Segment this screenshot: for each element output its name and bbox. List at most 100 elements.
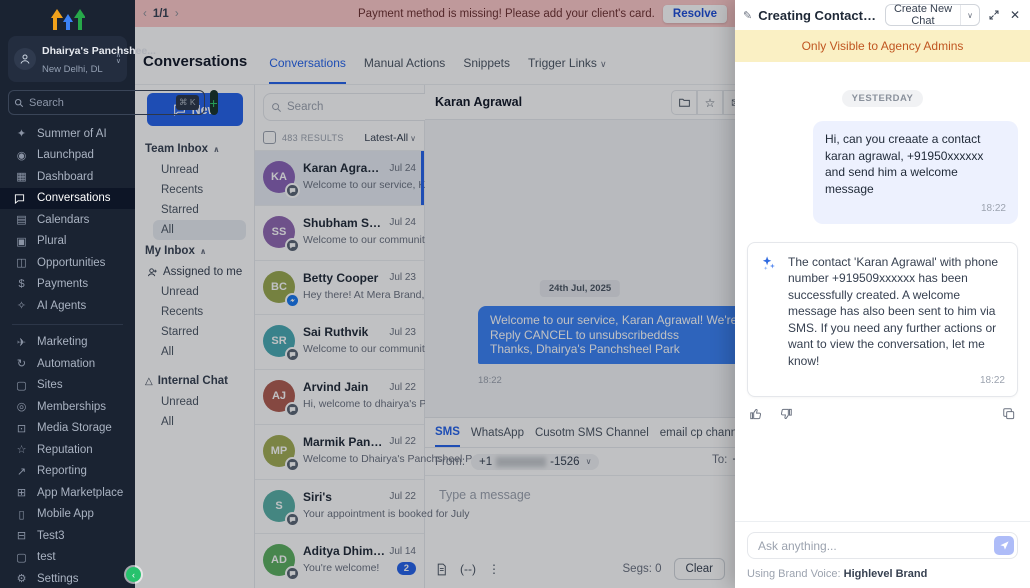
thumbs-up-icon[interactable] <box>749 407 763 421</box>
team-inbox-starred[interactable]: Starred <box>135 200 254 220</box>
ai-chat-title: Creating Contact and S... <box>758 8 879 23</box>
sidebar-item-mobile-app[interactable]: ▯Mobile App <box>0 504 135 526</box>
thumbs-down-icon[interactable] <box>779 407 793 421</box>
conversation-item[interactable]: BC Betty CooperJul 23 Hey there! At Mera… <box>255 260 424 315</box>
sidebar-item-memberships[interactable]: ◎Memberships <box>0 396 135 418</box>
archive-folder-icon[interactable] <box>671 90 697 115</box>
conversation-item[interactable]: S Siri'sJul 22 Your appointment is booke… <box>255 479 424 534</box>
team-inbox-header[interactable]: Team Inbox∧ <box>135 138 254 160</box>
message-timestamp: 18:22 <box>478 375 502 386</box>
select-all-checkbox[interactable] <box>263 131 276 144</box>
sms-channel-icon <box>287 404 298 415</box>
sidebar-item-app-marketplace[interactable]: ⊞App Marketplace <box>0 482 135 504</box>
sidebar-item-conversations[interactable]: Conversations <box>0 188 135 210</box>
from-number-dropdown[interactable]: +1 -1526 ∨ <box>471 454 599 470</box>
chevron-down-icon[interactable]: ∨ <box>960 5 979 25</box>
pager-prev-icon[interactable]: ‹ <box>143 8 147 20</box>
team-inbox-recents[interactable]: Recents <box>135 180 254 200</box>
channel-tab-whatsapp[interactable]: WhatsApp <box>471 427 524 446</box>
sort-dropdown[interactable]: Latest-All∨ <box>364 132 416 144</box>
payment-warning-banner: ‹ 1/1 › Payment method is missing! Pleas… <box>135 0 735 27</box>
sidebar-item-summer-of-ai[interactable]: ✦Summer of AI <box>0 123 135 145</box>
sidebar-item-test3[interactable]: ⊟Test3 <box>0 525 135 547</box>
sidebar-item-settings[interactable]: ⚙Settings <box>0 568 135 588</box>
tab-trigger-links[interactable]: Trigger Links∨ <box>528 56 607 84</box>
sidebar-item-launchpad[interactable]: ◉Launchpad <box>0 145 135 167</box>
conversation-item[interactable]: AD Aditya DhimanJul 14 You're welcome! 2 <box>255 533 424 588</box>
sidebar-item-calendars[interactable]: ▤Calendars <box>0 209 135 231</box>
my-inbox-unread[interactable]: Unread <box>135 282 254 302</box>
team-inbox-unread[interactable]: Unread <box>135 160 254 180</box>
envelope-icon[interactable]: ✉ <box>723 90 735 115</box>
sidebar-item-sites[interactable]: ▢Sites <box>0 375 135 397</box>
message-thread: 24th Jul, 2025 Welcome to our service, K… <box>425 120 735 417</box>
results-count: 483 RESULTS <box>282 133 344 143</box>
clear-button[interactable]: Clear <box>674 558 725 580</box>
outgoing-sms-bubble: Welcome to our service, Karan Agrawal! W… <box>478 306 735 364</box>
avatar: S <box>263 490 295 522</box>
ai-input-area: Using Brand Voice: Highlevel Brand <box>735 521 1030 588</box>
tab-manual-actions[interactable]: Manual Actions <box>364 56 445 84</box>
expand-icon[interactable] <box>986 9 1002 21</box>
close-icon[interactable]: ✕ <box>1008 8 1022 22</box>
pager-next-icon[interactable]: › <box>175 8 179 20</box>
sidebar-item-reputation[interactable]: ☆Reputation <box>0 439 135 461</box>
my-inbox-recents[interactable]: Recents <box>135 302 254 322</box>
assigned-to-me[interactable]: Assigned to me <box>135 262 254 282</box>
sidebar-item-dashboard[interactable]: ▦Dashboard <box>0 166 135 188</box>
ask-anything-input[interactable] <box>747 532 1018 559</box>
sidebar-search-input[interactable]: ⌘ K <box>8 90 205 115</box>
my-inbox-starred[interactable]: Starred <box>135 322 254 342</box>
conversation-item[interactable]: KA Karan AgrawalJul 24 Welcome to our se… <box>255 150 424 205</box>
internal-chat-all[interactable]: All <box>135 412 254 432</box>
sidebar-item-payments[interactable]: $Payments <box>0 274 135 296</box>
conversation-search[interactable] <box>263 93 449 121</box>
my-inbox-all[interactable]: All <box>135 342 254 362</box>
internal-chat-unread[interactable]: Unread <box>135 392 254 412</box>
tab-snippets[interactable]: Snippets <box>463 56 510 84</box>
star-icon[interactable]: ☆ <box>697 90 723 115</box>
my-inbox-header[interactable]: My Inbox∧ <box>135 240 254 262</box>
conversation-item[interactable]: AJ Arvind JainJul 22 Hi, welcome to dhai… <box>255 369 424 424</box>
channel-tab-sms[interactable]: SMS <box>435 426 460 447</box>
sidebar-item-media-storage[interactable]: ⊡Media Storage <box>0 418 135 440</box>
sidebar-item-automation[interactable]: ↻Automation <box>0 353 135 375</box>
sidebar-item-plural[interactable]: ▣Plural <box>0 231 135 253</box>
marketplace-grid-icon: ⊞ <box>14 486 29 499</box>
tab-conversations[interactable]: Conversations <box>269 56 346 84</box>
sidebar-collapse-button[interactable]: ‹ <box>126 567 141 582</box>
message-input[interactable] <box>425 476 735 552</box>
sidebar-search-field[interactable] <box>29 97 171 109</box>
banner-message: Payment method is missing! Please add yo… <box>358 8 655 20</box>
conversation-item[interactable]: SS Shubham SoniJul 24 Welcome to our com… <box>255 205 424 260</box>
avatar: BC <box>263 271 295 303</box>
channel-tab-custom-sms[interactable]: Cusotm SMS Channel <box>535 427 649 446</box>
more-options-icon[interactable]: ⋮ <box>488 562 500 576</box>
channel-tab-email-cp[interactable]: email cp channel <box>660 427 735 446</box>
sidebar-item-test[interactable]: ▢test <box>0 547 135 569</box>
conversation-search-field[interactable] <box>287 101 441 113</box>
copy-icon[interactable] <box>1002 407 1016 421</box>
resolve-button[interactable]: Resolve <box>663 5 727 23</box>
account-avatar <box>14 48 36 70</box>
sidebar-item-ai-agents[interactable]: ✧AI Agents <box>0 295 135 317</box>
conversation-item[interactable]: MP Marmik PandyaJul 22 Welcome to Dhairy… <box>255 424 424 479</box>
dashboard-icon: ▦ <box>14 170 29 183</box>
chat-bubble-icon <box>14 193 29 204</box>
create-new-chat-button[interactable]: Create New Chat ∨ <box>885 4 980 26</box>
sidebar-add-button[interactable]: + <box>210 90 218 115</box>
chevron-up-icon: ∧ <box>213 145 220 154</box>
pager-count: 1/1 <box>153 8 169 20</box>
send-icon[interactable] <box>994 536 1014 555</box>
sms-channel-icon <box>287 185 298 196</box>
internal-chat-header[interactable]: △Internal Chat <box>135 370 254 392</box>
sidebar-item-reporting[interactable]: ↗Reporting <box>0 461 135 483</box>
team-inbox-all[interactable]: All <box>153 220 246 240</box>
custom-values-icon[interactable]: (--) <box>460 562 476 576</box>
templates-icon[interactable] <box>435 563 448 576</box>
account-switcher[interactable]: Dhairya's Panchshee... New Delhi, DL ∧∨ <box>8 36 127 82</box>
sidebar-item-opportunities[interactable]: ◫Opportunities <box>0 252 135 274</box>
conversation-item[interactable]: SR Sai RuthvikJul 23 Welcome to our comm… <box>255 314 424 369</box>
avatar: SR <box>263 325 295 357</box>
sidebar-item-marketing[interactable]: ✈Marketing <box>0 332 135 354</box>
